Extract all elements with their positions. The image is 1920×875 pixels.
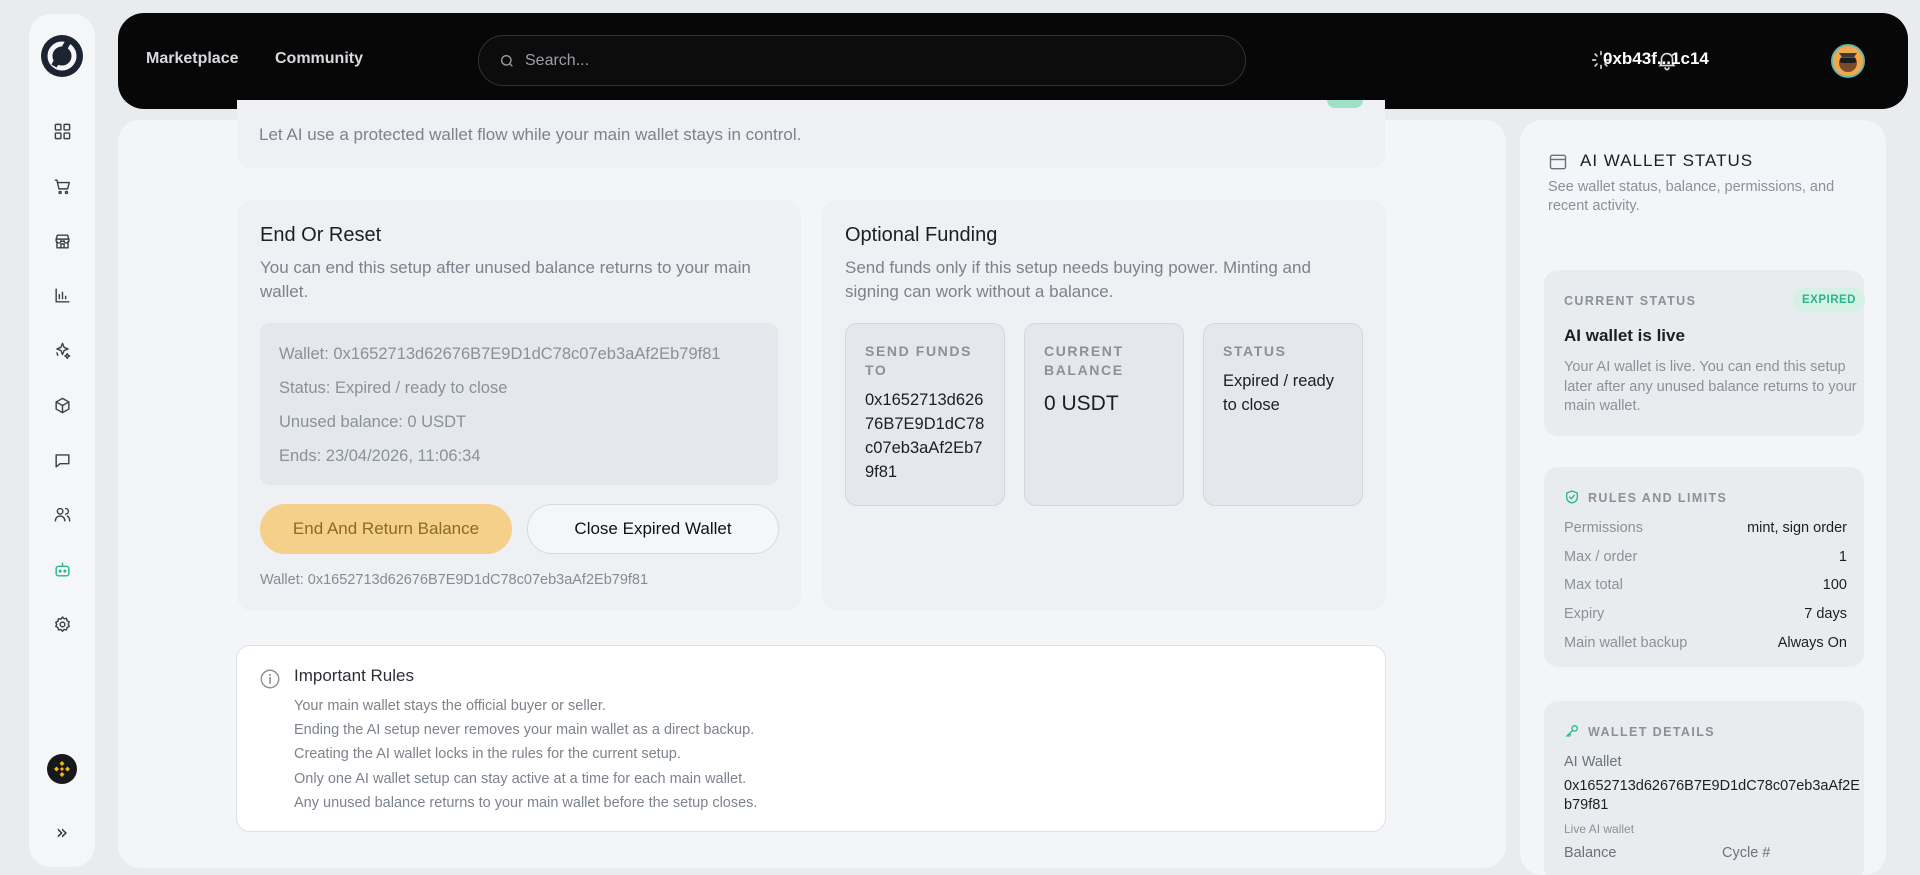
send-funds-address[interactable]: 0x1652713d62676B7E9D1dC78c07eb3aAf2Eb79f…: [865, 388, 985, 484]
limit-row: Max / order 1: [1564, 549, 1847, 565]
limit-key: Expiry: [1564, 606, 1605, 622]
status-panel-title: AI WALLET STATUS: [1580, 151, 1754, 170]
top-navbar: Marketplace Community 0xb43f...1c14: [118, 13, 1908, 109]
rule-item: Any unused balance returns to your main …: [294, 794, 758, 811]
end-and-return-balance-button[interactable]: End And Return Balance: [260, 504, 512, 554]
limit-value: Always On: [1777, 635, 1847, 651]
end-reset-title: End Or Reset: [260, 224, 382, 246]
current-balance-value: 0 USDT: [1044, 392, 1119, 415]
info-icon: [260, 669, 280, 689]
key-icon: [1564, 723, 1580, 739]
ai-wallet-status-panel: AI WALLET STATUS See wallet status, bala…: [1520, 120, 1886, 875]
current-status-label: CURRENT STATUS: [1564, 294, 1697, 308]
app-logo[interactable]: [40, 34, 84, 78]
status-panel-description: See wallet status, balance, permissions,…: [1548, 179, 1835, 214]
limit-key: Permissions: [1564, 520, 1643, 536]
wallet-details-card: WALLET DETAILS AI Wallet 0x1652713d62676…: [1544, 701, 1864, 875]
rule-item: Creating the AI wallet locks in the rule…: [294, 746, 681, 763]
cycle-label: Cycle #: [1722, 845, 1771, 861]
limit-row: Expiry 7 days: [1564, 606, 1847, 622]
limit-row: Main wallet backup Always On: [1564, 635, 1847, 651]
funding-title: Optional Funding: [845, 224, 998, 246]
ai-wallet-sublabel: Live AI wallet: [1564, 822, 1635, 836]
cart-icon[interactable]: [50, 174, 74, 198]
wallet-line: Wallet: 0x1652713d62676B7E9D1dC78c07eb3a…: [279, 345, 721, 363]
send-funds-label: SEND FUNDS TO: [865, 343, 973, 378]
limit-value: 100: [1822, 577, 1847, 593]
gear-icon[interactable]: [50, 612, 74, 636]
users-icon[interactable]: [50, 502, 74, 526]
expand-sidebar-icon[interactable]: »: [50, 820, 74, 844]
status-value: Expired / ready to close: [1223, 372, 1334, 414]
sidebar: »: [29, 14, 95, 867]
current-status-headline: AI wallet is live: [1564, 326, 1685, 345]
close-expired-wallet-button[interactable]: Close Expired Wallet: [527, 504, 779, 554]
balance-label: Balance: [1564, 845, 1617, 861]
rule-item: Your main wallet stays the official buye…: [294, 698, 606, 714]
bot-icon[interactable]: [50, 557, 74, 581]
funding-description: Send funds only if this setup needs buyi…: [845, 258, 1311, 301]
rules-and-limits-card: RULES AND LIMITS Permissions mint, sign …: [1544, 467, 1864, 667]
search-icon: [501, 55, 513, 67]
current-status-body: Your AI wallet is live. You can end this…: [1564, 359, 1857, 414]
nav-marketplace[interactable]: Marketplace: [146, 50, 239, 68]
current-balance-box: CURRENT BALANCE 0 USDT: [1024, 323, 1184, 506]
main-content: Let AI use a protected wallet flow while…: [118, 100, 1506, 868]
ai-wallet-toggle[interactable]: [1327, 100, 1363, 108]
status-line: Status: Expired / ready to close: [279, 379, 508, 397]
rules-limits-label: RULES AND LIMITS: [1588, 491, 1728, 505]
limit-row: Max total 100: [1564, 577, 1847, 593]
status-badge: EXPIRED: [1793, 288, 1865, 312]
nav-community[interactable]: Community: [275, 50, 363, 68]
status-box: STATUS Expired / ready to close: [1203, 323, 1363, 506]
sparkle-icon[interactable]: [50, 338, 74, 362]
limit-value: 7 days: [1804, 606, 1847, 622]
current-balance-label: CURRENT BALANCE: [1044, 343, 1124, 378]
wallet-footer: Wallet: 0x1652713d62676B7E9D1dC78c07eb3a…: [260, 572, 649, 588]
limit-value: mint, sign order: [1747, 520, 1847, 536]
limit-row: Permissions mint, sign order: [1564, 520, 1847, 536]
rules-title: Important Rules: [294, 666, 414, 685]
avatar[interactable]: [1831, 44, 1865, 78]
store-icon[interactable]: [50, 229, 74, 253]
ends-line: Ends: 23/04/2026, 11:06:34: [279, 447, 481, 465]
wallet-address[interactable]: 0xb43f...1c14: [1603, 49, 1709, 69]
search-input[interactable]: [525, 48, 1225, 74]
chart-icon[interactable]: [50, 283, 74, 307]
limit-key: Main wallet backup: [1564, 635, 1688, 651]
wallet-icon: [1549, 154, 1567, 170]
dashboard-icon[interactable]: [50, 119, 74, 143]
optional-funding-card: Optional Funding Send funds only if this…: [822, 200, 1386, 611]
wallet-details-label: WALLET DETAILS: [1588, 725, 1715, 739]
unused-balance-line: Unused balance: 0 USDT: [279, 413, 467, 431]
ai-wallet-toggle-card: Let AI use a protected wallet flow while…: [237, 100, 1385, 168]
end-or-reset-card: End Or Reset You can end this setup afte…: [237, 200, 801, 611]
shield-check-icon: [1564, 489, 1580, 505]
limit-key: Max / order: [1564, 549, 1638, 565]
limit-key: Max total: [1564, 577, 1623, 593]
rule-item: Only one AI wallet setup can stay active…: [294, 770, 747, 787]
send-funds-box: SEND FUNDS TO 0x1652713d62676B7E9D1dC78c…: [845, 323, 1005, 506]
current-status-card: CURRENT STATUS EXPIRED AI wallet is live…: [1544, 270, 1865, 436]
chat-icon[interactable]: [50, 448, 74, 472]
limit-value: 1: [1838, 549, 1847, 565]
status-label: STATUS: [1223, 343, 1287, 359]
rule-item: Ending the AI setup never removes your m…: [294, 722, 755, 739]
important-rules-card: Important Rules Your main wallet stays t…: [236, 645, 1386, 832]
cube-icon[interactable]: [50, 393, 74, 417]
bnb-chain-icon[interactable]: [47, 754, 77, 784]
rules-list: Your main wallet stays the official buye…: [294, 694, 757, 815]
ai-wallet-label: AI Wallet: [1564, 754, 1622, 770]
search-bar: [478, 35, 1246, 86]
wallet-info-box: Wallet: 0x1652713d62676B7E9D1dC78c07eb3a…: [260, 323, 778, 485]
end-reset-description: You can end this setup after unused bala…: [260, 258, 751, 301]
toggle-card-description: Let AI use a protected wallet flow while…: [259, 125, 802, 144]
ai-wallet-address[interactable]: 0x1652713d62676B7E9D1dC78c07eb3aAf2Eb79f…: [1564, 777, 1864, 815]
